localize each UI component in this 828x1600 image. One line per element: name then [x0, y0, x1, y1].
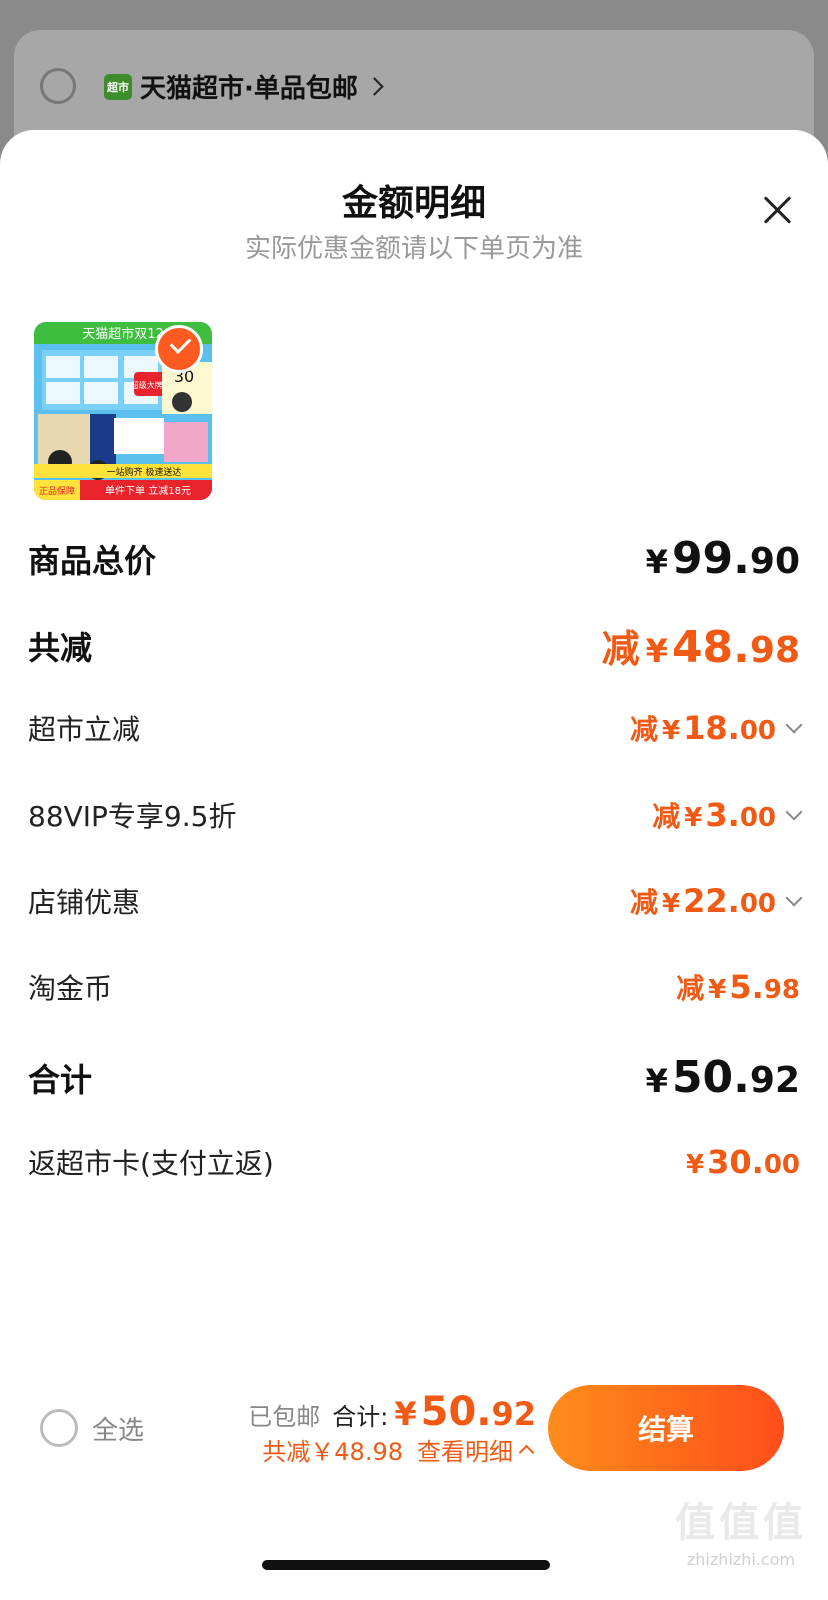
- free-shipping-label: 已包邮: [248, 1403, 321, 1431]
- shop-select-radio[interactable]: [40, 68, 76, 104]
- amount-integer: 5.: [729, 968, 764, 1006]
- amount-decimal: 00: [739, 889, 776, 919]
- discount-prefix: 减: [630, 886, 659, 919]
- row-total-discount: 共减 减 ¥ 48. 98: [28, 618, 800, 673]
- discount-item-amount: 减 ¥ 22. 00: [630, 881, 803, 921]
- row-shop-discount[interactable]: 店铺优惠 减 ¥ 22. 00: [28, 881, 803, 921]
- chevron-down-icon[interactable]: [785, 889, 803, 907]
- sum-label: 合计: [28, 1060, 93, 1099]
- chevron-right-icon: [365, 77, 384, 96]
- tmall-supermarket-icon: 超市: [104, 73, 132, 100]
- total-discount-amount: 减 ¥ 48. 98: [602, 618, 800, 673]
- select-all-label[interactable]: 全选: [92, 1410, 144, 1447]
- row-88vip-discount[interactable]: 88VIP专享9.5折 减 ¥ 3. 00: [28, 795, 803, 835]
- discount-item-label: 超市立减: [28, 713, 141, 746]
- amount-decimal: 00: [739, 803, 776, 833]
- watermark-url: zhizhizhi.com: [686, 1550, 796, 1569]
- chevron-down-icon[interactable]: [785, 803, 803, 821]
- amount-decimal: 90: [749, 541, 800, 582]
- watermark: 值值值 zhizhizhi.com: [675, 1490, 807, 1569]
- currency: ¥: [684, 803, 703, 833]
- amount-integer: 50.: [420, 1389, 492, 1435]
- currency: ¥: [686, 1150, 705, 1180]
- row-rebate: 返超市卡(支付立返) ¥ 30. 00: [28, 1142, 800, 1182]
- currency: ¥: [662, 889, 681, 919]
- chevron-up-icon[interactable]: [518, 1444, 535, 1461]
- amount-integer: 18.: [683, 709, 740, 747]
- shop-header[interactable]: 超市 天猫超市·单品包邮: [104, 68, 384, 105]
- rebate-amount: ¥ 30. 00: [686, 1143, 800, 1181]
- row-goods-total: 商品总价 ¥ 99. 90: [28, 533, 800, 584]
- row-sum: 合计 ¥ 50. 92: [28, 1052, 800, 1103]
- row-taojinbi-discount: 淘金币 减 ¥ 5. 98: [28, 967, 800, 1007]
- footer-total-line: 已包邮 合计: ¥ 50. 92: [248, 1389, 536, 1435]
- amount-decimal: 92: [749, 1060, 800, 1101]
- currency: ¥: [394, 1395, 417, 1433]
- checkout-button[interactable]: 结算: [548, 1385, 784, 1471]
- discount-item-label: 店铺优惠: [28, 886, 141, 919]
- rebate-label: 返超市卡(支付立返): [28, 1147, 274, 1180]
- discount-item-amount: 减 ¥ 18. 00: [630, 708, 803, 748]
- amount-integer: 99.: [671, 533, 750, 584]
- chevron-down-icon[interactable]: [785, 716, 803, 734]
- shop-name: 天猫超市·单品包邮: [140, 74, 358, 104]
- amount-decimal: 00: [763, 1150, 800, 1180]
- discount-prefix: 减: [652, 800, 681, 833]
- thumbnail-cart-text: 一站购齐 极速送达: [107, 466, 182, 478]
- discount-prefix: 减: [601, 627, 640, 671]
- select-all-radio[interactable]: [40, 1409, 78, 1447]
- amount-integer: 22.: [683, 882, 740, 920]
- amount-decimal: 92: [491, 1395, 536, 1433]
- thumbnail-banner-text: 天猫超市双12: [82, 326, 164, 342]
- total-discount-label: 共减: [28, 628, 93, 667]
- sheet-title: 金额明细: [341, 183, 486, 224]
- currency: ¥: [708, 975, 727, 1005]
- currency: ¥: [645, 632, 668, 670]
- currency: ¥: [645, 1062, 668, 1100]
- row-supermarket-discount[interactable]: 超市立减 减 ¥ 18. 00: [28, 708, 803, 748]
- home-indicator[interactable]: [262, 1560, 550, 1570]
- thumbnail-bottom-text: 单件下单 立减18元: [105, 484, 191, 497]
- amount-decimal: 00: [739, 716, 776, 746]
- goods-total-amount: ¥ 99. 90: [646, 533, 800, 584]
- amount-integer: 50.: [671, 1052, 750, 1103]
- amount-decimal: 98: [763, 975, 800, 1005]
- currency: ¥: [662, 716, 681, 746]
- watermark-logo: 值值值: [675, 1500, 807, 1546]
- amount-detail-sheet: 金额明细 实际优惠金额请以下单页为准 天猫超市双12 超级大牌 不可分隔 30: [0, 130, 828, 1600]
- sheet-subtitle: 实际优惠金额请以下单页为准: [244, 234, 583, 264]
- discount-prefix: 减: [630, 713, 659, 746]
- footer-saved-line[interactable]: 共减￥48.98 查看明细: [262, 1432, 535, 1467]
- amount-integer: 48.: [671, 622, 750, 673]
- discount-item-label: 淘金币: [28, 972, 113, 1005]
- currency: ¥: [645, 543, 668, 581]
- discount-item-label: 88VIP专享9.5折: [28, 800, 237, 833]
- amount-decimal: 98: [749, 630, 800, 671]
- amount-integer: 30.: [707, 1143, 764, 1181]
- amount-integer: 3.: [705, 796, 740, 834]
- goods-total-label: 商品总价: [28, 541, 157, 580]
- thumbnail-tag-text: 正品保障: [39, 485, 75, 497]
- view-detail-link[interactable]: 查看明细: [417, 1432, 513, 1467]
- footer-total-label: 合计:: [332, 1403, 389, 1431]
- footer-saved-amount: 共减￥48.98: [262, 1438, 403, 1466]
- sum-amount: ¥ 50. 92: [646, 1052, 800, 1103]
- selected-check-icon[interactable]: [155, 325, 203, 373]
- discount-item-amount: 减 ¥ 3. 00: [652, 795, 803, 835]
- close-icon[interactable]: [758, 190, 798, 230]
- footer-total-amount: ¥ 50. 92: [394, 1389, 536, 1435]
- discount-prefix: 减: [676, 972, 705, 1005]
- discount-item-amount: 减 ¥ 5. 98: [676, 967, 800, 1007]
